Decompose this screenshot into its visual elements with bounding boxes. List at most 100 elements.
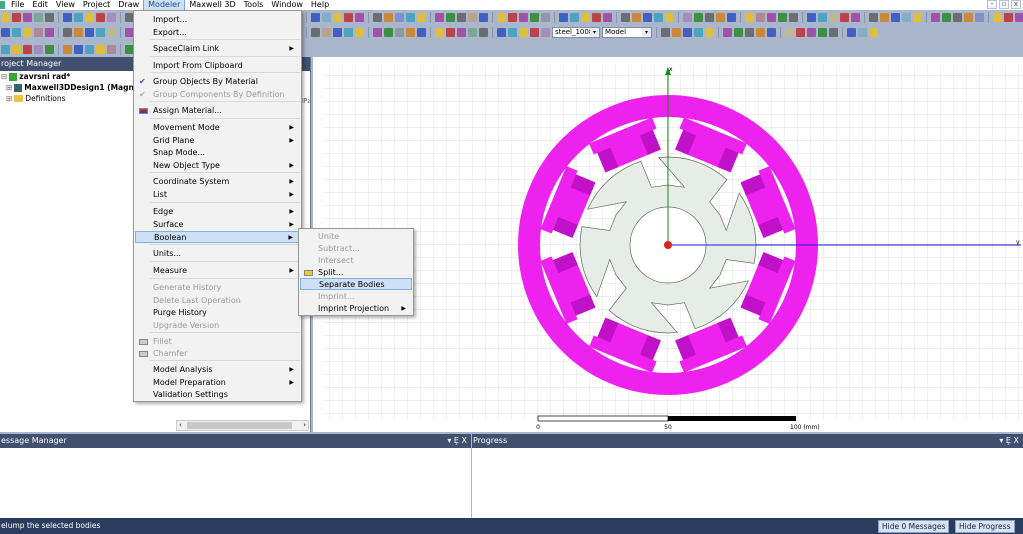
toolbar-button-icon[interactable] <box>406 28 415 37</box>
toolbar-button-icon[interactable] <box>829 13 838 22</box>
toolbar-button-icon[interactable] <box>417 28 426 37</box>
toolbar-button-icon[interactable] <box>12 28 21 37</box>
toolbar-button-icon[interactable] <box>373 13 382 22</box>
scroll-right-arrow[interactable]: › <box>303 421 306 429</box>
toolbar-button-icon[interactable] <box>468 13 477 22</box>
toolbar-button-icon[interactable] <box>457 13 466 22</box>
toolbar-button-icon[interactable] <box>807 13 816 22</box>
toolbar-button-icon[interactable] <box>767 28 776 37</box>
toolbar-button-icon[interactable] <box>818 28 827 37</box>
toolbar-button-icon[interactable] <box>23 45 32 54</box>
toolbar-button-icon[interactable] <box>541 28 550 37</box>
toolbar-button-icon[interactable] <box>85 28 94 37</box>
toolbar-button-icon[interactable] <box>807 28 816 37</box>
menu-item-movement-mode[interactable]: Movement Mode ▶ <box>135 122 300 134</box>
toolbar-button-icon[interactable] <box>778 13 787 22</box>
view-mode-combo[interactable]: Model ▾ <box>602 27 652 38</box>
toolbar-button-icon[interactable] <box>683 28 692 37</box>
toolbar-button-icon[interactable] <box>395 13 404 22</box>
material-combo[interactable]: steel_1008 ▾ <box>552 27 600 38</box>
toolbar-button-icon[interactable] <box>964 13 973 22</box>
menu-help[interactable]: Help <box>307 0 333 10</box>
close-button[interactable]: x <box>1011 0 1021 9</box>
toolbar-button-icon[interactable] <box>12 13 21 22</box>
minimize-button[interactable]: - <box>987 0 997 9</box>
toolbar-button-icon[interactable] <box>902 13 911 22</box>
menu-item-units[interactable]: Units... <box>135 248 300 260</box>
toolbar-button-icon[interactable] <box>1 28 10 37</box>
menu-maxwell-3d[interactable]: Maxwell 3D <box>185 0 239 10</box>
toolbar-button-icon[interactable] <box>654 13 663 22</box>
toolbar-button-icon[interactable] <box>446 28 455 37</box>
toolbar-button-icon[interactable] <box>993 13 1002 22</box>
toolbar-button-icon[interactable] <box>96 28 105 37</box>
menu-item-model-preparation[interactable]: Model Preparation ▶ <box>135 377 300 389</box>
toolbar-button-icon[interactable] <box>705 13 714 22</box>
toolbar-button-icon[interactable] <box>344 28 353 37</box>
toolbar-button-icon[interactable] <box>63 13 72 22</box>
chevron-down-icon[interactable]: ▾ <box>642 28 651 37</box>
horizontal-scrollbar[interactable]: ‹ › <box>176 420 309 431</box>
toolbar-button-icon[interactable] <box>34 45 43 54</box>
toolbar-button-icon[interactable] <box>457 28 466 37</box>
menu-item-snap-mode[interactable]: Snap Mode... <box>135 147 300 159</box>
toolbar-button-icon[interactable] <box>559 13 568 22</box>
toolbar-button-icon[interactable] <box>1 45 10 54</box>
toolbar-button-icon[interactable] <box>953 13 962 22</box>
restore-button[interactable]: ▫ <box>999 0 1009 9</box>
toolbar-button-icon[interactable] <box>333 13 342 22</box>
toolbar-button-icon[interactable] <box>851 13 860 22</box>
toolbar-button-icon[interactable] <box>435 28 444 37</box>
toolbar-button-icon[interactable] <box>23 13 32 22</box>
scroll-left-arrow[interactable]: ‹ <box>179 421 182 429</box>
toolbar-button-icon[interactable] <box>665 13 674 22</box>
toolbar-button-icon[interactable] <box>716 13 725 22</box>
toolbar-button-icon[interactable] <box>497 13 506 22</box>
menu-item-import-from-clipboard[interactable]: Import From Clipboard <box>135 60 300 72</box>
toolbar-button-icon[interactable] <box>869 28 878 37</box>
menu-item-group-objects-by-material[interactable]: Group Objects By Material ✔ <box>135 76 300 88</box>
toolbar-button-icon[interactable] <box>322 13 331 22</box>
toolbar-button-icon[interactable] <box>1004 13 1013 22</box>
toolbar-button-icon[interactable] <box>829 28 838 37</box>
menu-window[interactable]: Window <box>267 0 307 10</box>
toolbar-button-icon[interactable] <box>942 13 951 22</box>
toolbar-button-icon[interactable] <box>96 13 105 22</box>
toolbar-button-icon[interactable] <box>479 28 488 37</box>
toolbar-button-icon[interactable] <box>530 13 539 22</box>
menu-item-grid-plane[interactable]: Grid Plane ▶ <box>135 135 300 147</box>
toolbar-button-icon[interactable] <box>74 28 83 37</box>
hide-progress-button[interactable]: Hide Progress <box>955 520 1015 533</box>
toolbar-button-icon[interactable] <box>497 28 506 37</box>
menu-item-spaceclaim-link[interactable]: SpaceClaim Link ▶ <box>135 43 300 55</box>
toolbar-button-icon[interactable] <box>384 28 393 37</box>
toolbar-button-icon[interactable] <box>913 13 922 22</box>
toolbar-button-icon[interactable] <box>96 45 105 54</box>
panel-controls[interactable]: ▾ Ȩ X <box>999 434 1019 448</box>
toolbar-button-icon[interactable] <box>756 28 765 37</box>
toolbar-button-icon[interactable] <box>705 28 714 37</box>
toolbar-button-icon[interactable] <box>373 28 382 37</box>
toolbar-button-icon[interactable] <box>683 13 692 22</box>
toolbar-button-icon[interactable] <box>406 13 415 22</box>
menu-item-list[interactable]: List ▶ <box>135 189 300 201</box>
menu-item-measure[interactable]: Measure ▶ <box>135 265 300 277</box>
toolbar-button-icon[interactable] <box>734 28 743 37</box>
submenu-item-separate-bodies[interactable]: Separate Bodies <box>300 278 412 290</box>
toolbar-button-icon[interactable] <box>34 13 43 22</box>
toolbar-button-icon[interactable] <box>570 13 579 22</box>
toolbar-button-icon[interactable] <box>435 13 444 22</box>
toolbar-button-icon[interactable] <box>975 13 984 22</box>
menu-item-boolean[interactable]: Boolean ▶ <box>135 231 300 243</box>
toolbar-button-icon[interactable] <box>468 28 477 37</box>
toolbar-button-icon[interactable] <box>311 28 320 37</box>
toolbar-button-icon[interactable] <box>632 13 641 22</box>
toolbar-button-icon[interactable] <box>23 28 32 37</box>
toolbar-button-icon[interactable] <box>45 13 54 22</box>
toolbar-button-icon[interactable] <box>789 13 798 22</box>
toolbar-button-icon[interactable] <box>767 13 776 22</box>
toolbar-button-icon[interactable] <box>592 13 601 22</box>
toolbar-button-icon[interactable] <box>519 13 528 22</box>
toolbar-button-icon[interactable] <box>12 45 21 54</box>
toolbar-button-icon[interactable] <box>355 28 364 37</box>
